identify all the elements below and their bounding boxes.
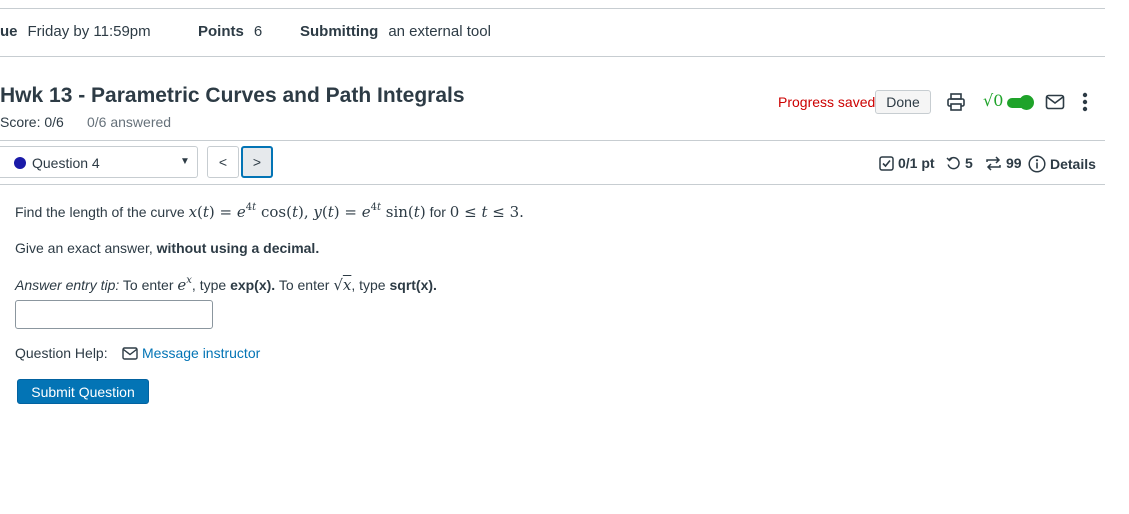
tip-part1: To enter [122, 277, 174, 293]
progress-status: Progress saved [778, 94, 876, 110]
tip-type1: , type [191, 277, 227, 293]
header-divider [0, 140, 1105, 141]
submitting-label: Submitting [300, 23, 379, 40]
sqrt-expression: √x [333, 276, 352, 294]
sqrt-toggle-label: √0 [983, 91, 1004, 110]
repeat-arrows-icon [986, 155, 1001, 171]
question-help-label: Question Help: [15, 345, 108, 361]
printer-icon [947, 93, 965, 111]
top-border [0, 8, 1105, 9]
tip-type2: , type [351, 277, 386, 293]
meta-divider [0, 56, 1105, 57]
tip-code1: exp(x). [230, 277, 276, 293]
math-display-toggle[interactable]: √0 [983, 89, 1034, 115]
details-label: Details [1050, 156, 1096, 172]
points: Points 6 [198, 23, 262, 40]
question-status-dot [14, 157, 26, 169]
answer-entry-tip: Answer entry tip: To enter ex, type exp(… [15, 275, 437, 294]
points-value-text: 0/1 pt [898, 155, 935, 171]
question-prompt: Find the length of the curve x(t) = e4t … [15, 202, 524, 221]
tip-code2: sqrt(x). [389, 277, 437, 293]
next-question-button[interactable]: > [241, 146, 273, 178]
retries-value: 5 [965, 155, 973, 171]
submit-question-button[interactable]: Submit Question [17, 379, 149, 404]
submitting: Submitting an external tool [300, 23, 491, 40]
caret-down-icon: ▼ [180, 156, 190, 167]
previous-question-button[interactable]: < [207, 146, 239, 178]
score-text: Score: 0/6 [0, 114, 64, 130]
tip-label: Answer entry tip: [15, 277, 120, 293]
interval-expression: 0 ≤ t ≤ 3. [449, 203, 524, 221]
submitting-value: an external tool [388, 23, 491, 40]
due-label: ue [0, 23, 18, 40]
vertical-dots-icon [1082, 92, 1088, 112]
answer-instruction: Give an exact answer, without using a de… [15, 240, 319, 256]
curve-equation: x(t) = e4t cos(t), y(t) = e4t sin(t) [188, 202, 426, 221]
tip-part2: To enter [278, 277, 330, 293]
nav-divider [0, 184, 1105, 185]
message-instructor-label: Message instructor [142, 345, 261, 361]
attempts-remaining: 99 [985, 155, 1022, 171]
more-options-button[interactable] [1076, 90, 1094, 114]
email-button[interactable] [1043, 91, 1067, 113]
instruction-prefix: Give an exact answer, [15, 240, 153, 256]
question-select[interactable]: Question 4 ▼ [0, 146, 198, 178]
points-value: 6 [253, 23, 263, 40]
prompt-prefix: Find the length of the curve [15, 204, 185, 220]
retry-icon [946, 156, 960, 169]
page-title: Hwk 13 - Parametric Curves and Path Inte… [0, 84, 465, 107]
prompt-for: for [429, 204, 446, 220]
attempts-value: 99 [1006, 155, 1022, 171]
points-label: Points [198, 23, 244, 40]
instruction-bold: without using a decimal. [156, 240, 320, 256]
info-icon [1028, 155, 1046, 173]
envelope-icon [1045, 94, 1065, 110]
due-value: Friday by 11:59pm [27, 23, 151, 40]
answered-count: 0/6 answered [87, 114, 172, 130]
exp-expression: ex [177, 275, 192, 294]
checkbox-icon [879, 155, 894, 171]
print-button[interactable] [944, 91, 968, 113]
retries-remaining: 5 [946, 155, 973, 171]
question-points: 0/1 pt [879, 155, 935, 171]
done-button[interactable]: Done [875, 90, 931, 114]
answer-input[interactable] [15, 300, 213, 329]
details-button[interactable]: Details [1028, 155, 1096, 173]
due-date: ue Friday by 11:59pm [0, 23, 151, 40]
envelope-icon [122, 346, 138, 360]
question-select-label: Question 4 [32, 155, 100, 171]
message-instructor-link[interactable]: Message instructor [122, 345, 260, 361]
toggle-knob [1019, 95, 1034, 110]
